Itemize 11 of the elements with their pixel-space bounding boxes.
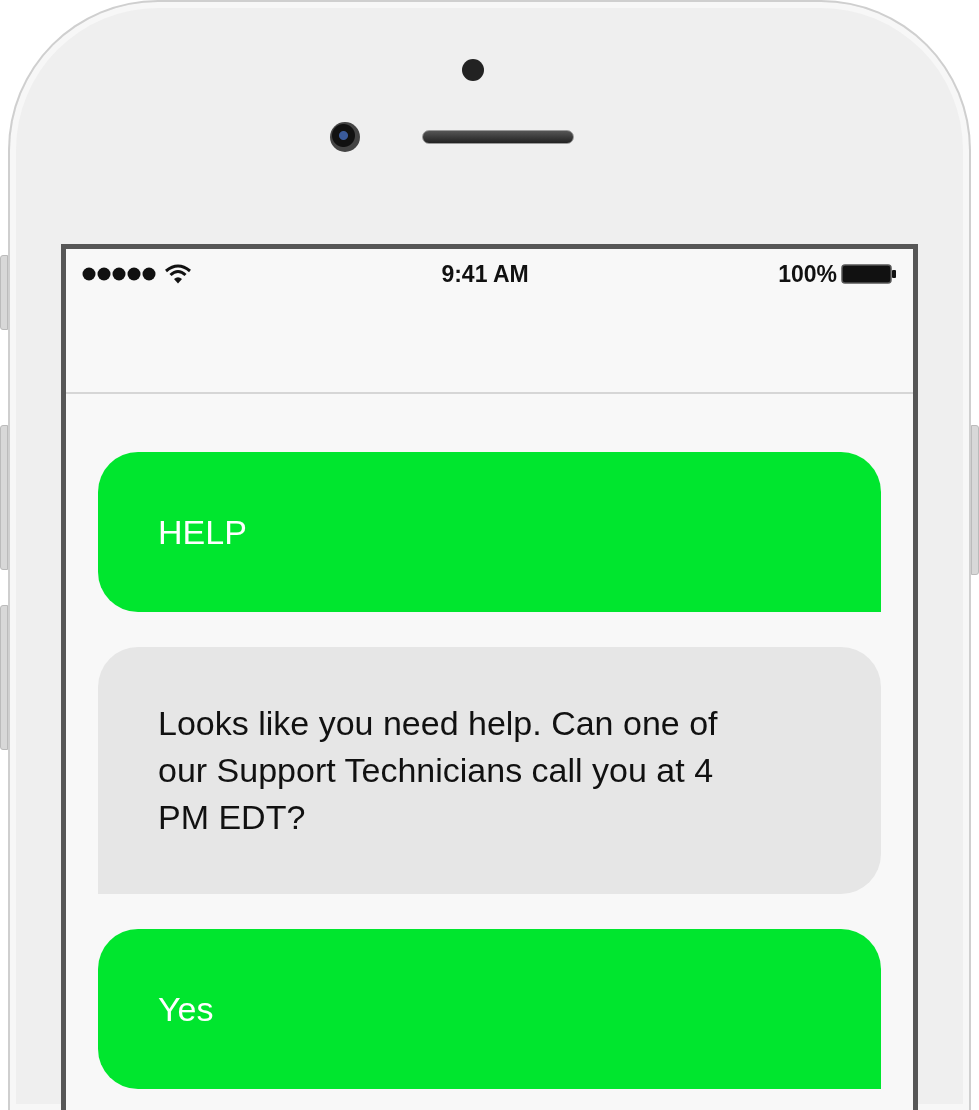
sensor-icon — [461, 59, 484, 81]
speaker-icon — [422, 130, 574, 144]
camera-icon — [330, 122, 360, 152]
wifi-icon — [164, 264, 192, 284]
battery-icon — [841, 264, 897, 284]
sent-message: Yes — [98, 929, 881, 1089]
signal-icon — [82, 267, 156, 281]
status-time: 9:41 AM — [441, 259, 529, 289]
received-message: Looks like you need help. Can one of our Support Technicians call you at 4 PM EDT? — [98, 647, 881, 894]
battery-percent: 100% — [778, 259, 837, 289]
sent-message: HELP — [98, 452, 881, 612]
